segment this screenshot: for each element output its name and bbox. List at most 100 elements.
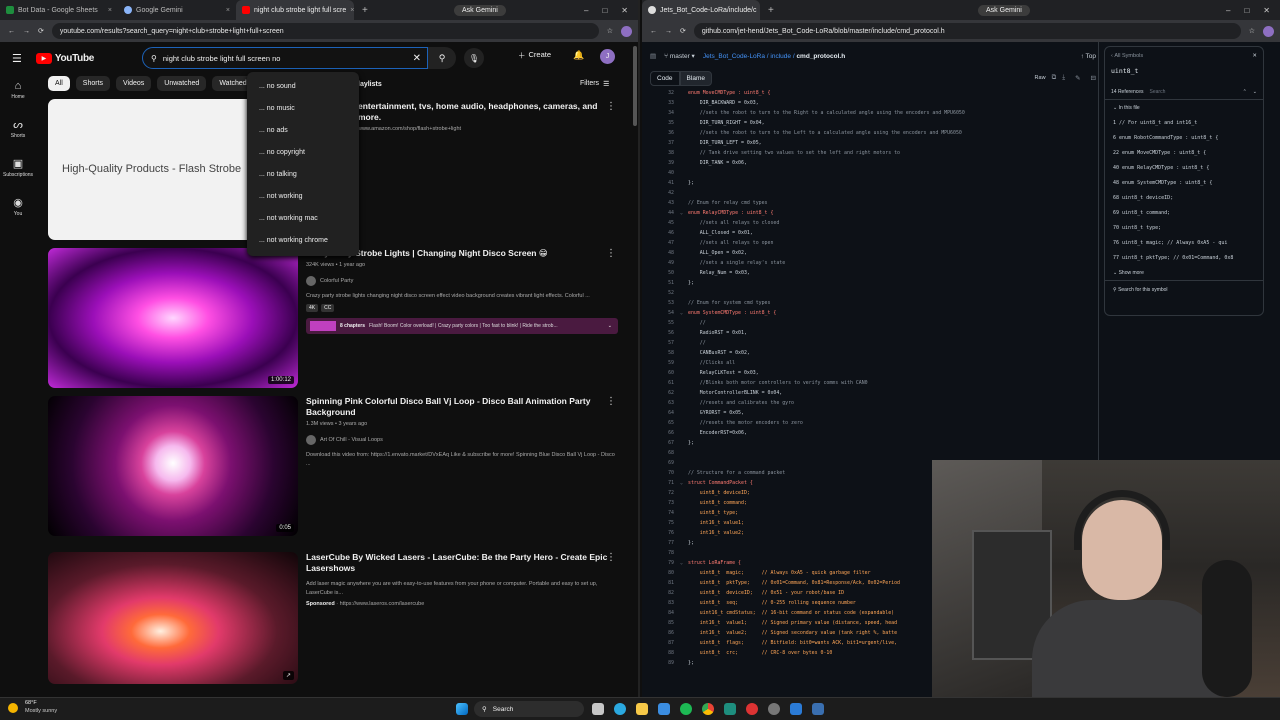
fold-icon[interactable] bbox=[680, 338, 688, 348]
line-number[interactable]: 77 bbox=[650, 538, 680, 548]
reload-icon[interactable]: ⟳ bbox=[680, 27, 686, 35]
fold-icon[interactable] bbox=[680, 438, 688, 448]
file-explorer-icon[interactable] bbox=[592, 703, 604, 715]
fold-icon[interactable]: ⌄ bbox=[680, 308, 688, 318]
fold-icon[interactable] bbox=[680, 408, 688, 418]
nav-shorts[interactable]: ᔕ Shorts bbox=[0, 118, 36, 139]
filters-button[interactable]: Filters ☰ bbox=[580, 80, 609, 88]
breadcrumb-repo[interactable]: Jets_Bot_Code-LoRa bbox=[703, 53, 765, 60]
reload-icon[interactable]: ⟳ bbox=[38, 27, 44, 35]
line-number[interactable]: 84 bbox=[650, 608, 680, 618]
back-icon[interactable]: ← bbox=[8, 28, 15, 35]
line-number[interactable]: 70 bbox=[650, 468, 680, 478]
more-options-icon[interactable]: ⋮ bbox=[606, 552, 616, 563]
fold-icon[interactable] bbox=[680, 608, 688, 618]
new-tab-button[interactable]: + bbox=[354, 5, 376, 16]
fold-icon[interactable] bbox=[680, 658, 688, 668]
fold-icon[interactable] bbox=[680, 568, 688, 578]
url-field[interactable]: youtube.com/results?search_query=night+c… bbox=[51, 23, 599, 39]
chevron-up-icon[interactable]: ⌃ bbox=[1243, 89, 1247, 95]
line-number[interactable]: 78 bbox=[650, 548, 680, 558]
app-icon[interactable] bbox=[724, 703, 736, 715]
tab-github[interactable]: Jets_Bot_Code-LoRa/include/c× bbox=[642, 0, 760, 20]
search-box[interactable]: ⚲ night club strobe light full screen no… bbox=[142, 47, 428, 69]
symbols-panel-icon[interactable]: ⊟ bbox=[1091, 74, 1096, 82]
taskbar-search[interactable]: ⚲ Search bbox=[474, 701, 584, 717]
fold-icon[interactable] bbox=[680, 168, 688, 178]
fold-icon[interactable] bbox=[680, 258, 688, 268]
line-number[interactable]: 35 bbox=[650, 118, 680, 128]
bell-icon[interactable]: 🔔 bbox=[573, 50, 584, 61]
line-number[interactable]: 37 bbox=[650, 138, 680, 148]
forward-icon[interactable]: → bbox=[665, 28, 672, 35]
fold-icon[interactable] bbox=[680, 368, 688, 378]
reference-item[interactable]: 68 uint8_t deviceID; bbox=[1105, 191, 1263, 206]
line-number[interactable]: 86 bbox=[650, 628, 680, 638]
fold-icon[interactable] bbox=[680, 298, 688, 308]
suggestion-item[interactable]: ... no music bbox=[247, 98, 359, 120]
line-number[interactable]: 76 bbox=[650, 528, 680, 538]
line-number[interactable]: 34 bbox=[650, 108, 680, 118]
line-number[interactable]: 55 bbox=[650, 318, 680, 328]
chip-videos[interactable]: Videos bbox=[116, 76, 152, 91]
start-icon[interactable] bbox=[456, 703, 468, 715]
fold-icon[interactable] bbox=[680, 548, 688, 558]
more-options-icon[interactable]: ⋮ bbox=[606, 396, 616, 407]
profile-icon[interactable] bbox=[621, 25, 632, 37]
suggestion-item[interactable]: ... no copyright bbox=[247, 142, 359, 164]
line-number[interactable]: 63 bbox=[650, 398, 680, 408]
line-number[interactable]: 48 bbox=[650, 248, 680, 258]
maximize-icon[interactable]: □ bbox=[1244, 6, 1249, 15]
line-number[interactable]: 52 bbox=[650, 288, 680, 298]
fold-icon[interactable] bbox=[680, 378, 688, 388]
suggestion-item[interactable]: ... not working bbox=[247, 186, 359, 208]
star-icon[interactable]: ☆ bbox=[1249, 27, 1255, 35]
search-button[interactable]: ⚲ bbox=[428, 47, 456, 69]
fold-icon[interactable] bbox=[680, 538, 688, 548]
video-title[interactable]: Spinning Pink Colorful Disco Ball Vj Loo… bbox=[306, 396, 616, 418]
suggestion-item[interactable]: ... no ads bbox=[247, 120, 359, 142]
menu-icon[interactable]: ☰ bbox=[12, 52, 22, 65]
voice-search-button[interactable]: 🎙 bbox=[464, 48, 484, 68]
fold-icon[interactable] bbox=[680, 228, 688, 238]
line-number[interactable]: 33 bbox=[650, 98, 680, 108]
fold-icon[interactable] bbox=[680, 618, 688, 628]
fold-icon[interactable] bbox=[680, 88, 688, 98]
chevron-down-icon[interactable]: ⌄ bbox=[608, 323, 612, 329]
ask-gemini-button[interactable]: Ask Gemini bbox=[978, 4, 1030, 16]
fold-icon[interactable] bbox=[680, 528, 688, 538]
tab-bot-data[interactable]: Bot Data - Google Sheets × bbox=[0, 0, 118, 20]
line-number[interactable]: 88 bbox=[650, 648, 680, 658]
fold-icon[interactable] bbox=[680, 178, 688, 188]
line-number[interactable]: 53 bbox=[650, 298, 680, 308]
reference-item[interactable]: 48 enum SystemCMDType : uint8_t { bbox=[1105, 176, 1263, 191]
fold-icon[interactable] bbox=[680, 348, 688, 358]
fold-icon[interactable]: ⌄ bbox=[680, 208, 688, 218]
line-number[interactable]: 64 bbox=[650, 408, 680, 418]
minimize-icon[interactable]: – bbox=[1226, 6, 1230, 15]
line-number[interactable]: 42 bbox=[650, 188, 680, 198]
tab-code[interactable]: Code bbox=[650, 70, 680, 86]
suggestion-item[interactable]: ... no sound bbox=[247, 76, 359, 98]
line-number[interactable]: 36 bbox=[650, 128, 680, 138]
external-link-icon[interactable]: ↗ bbox=[282, 671, 294, 680]
close-window-icon[interactable]: ✕ bbox=[1263, 6, 1270, 15]
folder-icon[interactable] bbox=[636, 703, 648, 715]
url-field[interactable]: github.com/jet-hend/Jets_Bot_Code-LoRa/b… bbox=[693, 23, 1241, 39]
tab-blame[interactable]: Blame bbox=[679, 70, 712, 86]
chip-playlists-partial[interactable]: laylists bbox=[358, 81, 382, 88]
sponsored-result[interactable]: ↗ LaserCube By Wicked Lasers - LaserCube… bbox=[48, 552, 618, 684]
line-number[interactable]: 38 bbox=[650, 148, 680, 158]
line-number[interactable]: 44 bbox=[650, 208, 680, 218]
chrome-icon[interactable] bbox=[702, 703, 714, 715]
weather-temp[interactable]: 68°F bbox=[25, 700, 37, 706]
back-icon[interactable]: ‹ bbox=[1111, 53, 1113, 59]
line-number[interactable]: 81 bbox=[650, 578, 680, 588]
chip-unwatched[interactable]: Unwatched bbox=[157, 76, 207, 91]
line-number[interactable]: 54 bbox=[650, 308, 680, 318]
profile-icon[interactable] bbox=[1263, 25, 1274, 37]
fold-icon[interactable] bbox=[680, 628, 688, 638]
fold-icon[interactable]: ⌄ bbox=[680, 478, 688, 488]
fold-icon[interactable] bbox=[680, 328, 688, 338]
video-thumbnail[interactable]: 0:05 bbox=[48, 396, 298, 536]
